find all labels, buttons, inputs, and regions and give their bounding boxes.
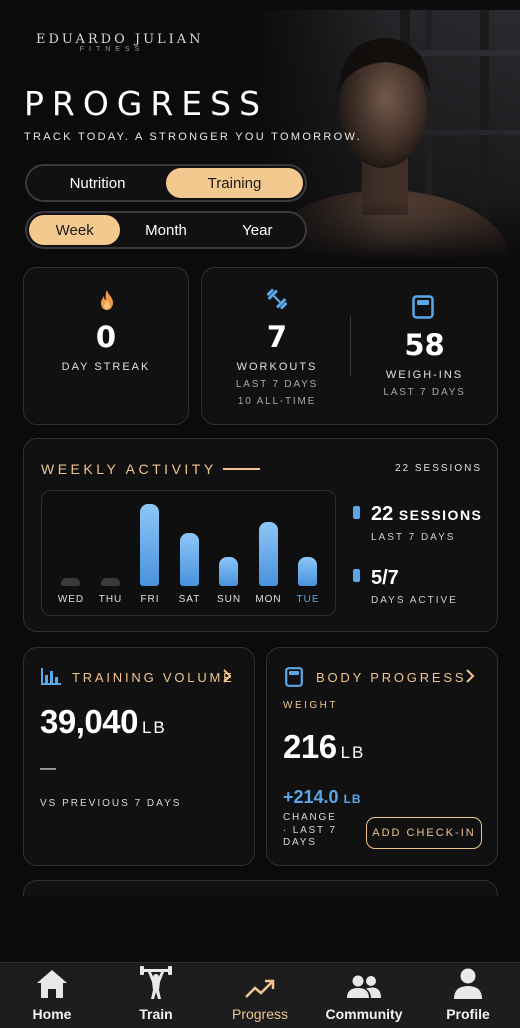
sessions-legend: 22 SESSIONS: [371, 503, 482, 526]
chart-bar-wed: [61, 578, 80, 586]
weight-change-caption: CHANGE · LAST 7 DAYS: [283, 812, 337, 850]
chart-day-label-sat: SAT: [178, 594, 201, 605]
training-volume-title: TRAINING VOLUME: [72, 670, 235, 685]
sessions-unit: SESSIONS: [398, 507, 483, 523]
page-subtitle: TRACK TODAY. A STRONGER YOU TOMORROW.: [24, 131, 362, 143]
weighins-sub: LAST 7 DAYS: [383, 387, 466, 398]
weightlifter-icon: [140, 966, 172, 999]
weight-change-unit: LB: [343, 792, 362, 806]
range-toggle: Week Month Year: [25, 211, 307, 249]
scroll-fade: [0, 896, 520, 962]
nav-profile[interactable]: Profile: [416, 963, 520, 1028]
weekly-activity-chart: WED THU FRI SAT SUN MON TUE: [41, 490, 336, 616]
change-caption-line1: CHANGE: [283, 812, 337, 823]
logo-text: EDUARDO JULIAN: [36, 32, 204, 47]
scale-icon: [285, 667, 303, 687]
nav-home-label: Home: [32, 1006, 72, 1022]
change-caption-line3: DAYS: [283, 837, 317, 848]
flame-icon: [101, 290, 113, 310]
training-volume-compare: VS PREVIOUS 7 DAYS: [40, 798, 182, 809]
chevron-right-icon[interactable]: [465, 668, 475, 684]
body-weight-value-row: 216 LB: [283, 728, 365, 766]
title-rule: [223, 468, 260, 470]
weight-change-value: +214.0: [283, 787, 339, 807]
chart-bar-thu: [100, 578, 120, 586]
people-icon: [347, 975, 381, 998]
logo-subtext: FITNESS: [79, 46, 145, 53]
sessions-value: 22: [371, 503, 394, 525]
training-volume-unit: LB: [141, 718, 167, 737]
active-legend-marker: [353, 569, 360, 582]
weighins-value: 58: [404, 328, 445, 362]
nav-community-label: Community: [325, 1006, 403, 1022]
weighins-stat: 58 WEIGH-INS LAST 7 DAYS: [350, 268, 499, 426]
nav-progress-label: Progress: [231, 1006, 289, 1022]
chevron-right-icon[interactable]: [222, 668, 232, 684]
chart-day-label-tue: TUE: [296, 594, 320, 605]
nav-profile-label: Profile: [446, 1006, 490, 1022]
page-title: PROGRESS: [24, 84, 269, 123]
chart-bar-fri: [140, 504, 159, 586]
active-days-value: 5/7: [371, 567, 399, 589]
chart-day-label-fri: FRI: [140, 594, 160, 605]
chart-bar-mon: [258, 522, 278, 586]
tab-month[interactable]: Month: [120, 215, 211, 245]
streak-card: 0 DAY STREAK: [23, 267, 189, 425]
tab-training[interactable]: Training: [166, 168, 303, 198]
change-caption-line2: · LAST 7: [283, 824, 337, 836]
training-volume-value-row: 39,040 LB: [40, 703, 167, 741]
streak-value: 0: [95, 320, 117, 354]
add-check-in-button[interactable]: ADD CHECK-IN: [366, 817, 482, 849]
tab-nutrition[interactable]: Nutrition: [29, 168, 166, 198]
weekly-activity-card: WEEKLY ACTIVITY 22 SESSIONS WED THU FRI SAT…: [23, 438, 498, 632]
chart-bar-tue: [298, 557, 317, 586]
dumbbell-icon: [266, 288, 288, 310]
body-weight-unit: LB: [340, 743, 366, 762]
tab-year[interactable]: Year: [212, 215, 303, 245]
body-weight-value: 216: [283, 728, 337, 765]
sessions-sub: LAST 7 DAYS: [371, 532, 456, 543]
workouts-label: WORKOUTS: [236, 361, 318, 373]
training-volume-card[interactable]: TRAINING VOLUME 39,040 LB — VS PREVIOUS 7…: [23, 647, 255, 866]
bar-chart-icon: [41, 668, 61, 685]
tab-week[interactable]: Week: [29, 215, 121, 245]
active-days-sub: DAYS ACTIVE: [371, 595, 458, 606]
sessions-legend-marker: [353, 506, 360, 519]
weekly-sessions-summary: 22 SESSIONS: [394, 463, 482, 474]
workouts-value: 7: [266, 320, 288, 354]
training-volume-value: 39,040: [40, 703, 138, 740]
mode-toggle: Nutrition Training: [25, 164, 307, 202]
chart-day-label-sun: SUN: [216, 594, 242, 605]
brand-logo: EDUARDO JULIAN FITNESS: [36, 32, 204, 53]
nav-train-label: Train: [139, 1006, 173, 1022]
chart-bar-sat: [179, 533, 199, 586]
nav-community[interactable]: Community: [312, 963, 416, 1028]
weighins-label: WEIGH-INS: [385, 369, 464, 381]
bottom-nav: Home Train Progress Community Profile: [0, 962, 520, 1028]
chart-day-label-thu: THU: [98, 594, 123, 605]
activity-stats-card: 7 WORKOUTS LAST 7 DAYS 10 ALL-TIME 58 WE…: [201, 267, 498, 425]
workouts-sub-week: LAST 7 DAYS: [235, 379, 319, 390]
home-icon: [37, 970, 67, 998]
weight-change-row: +214.0 LB: [283, 787, 362, 808]
scale-icon: [412, 295, 434, 319]
training-volume-change: —: [40, 760, 56, 777]
trend-up-icon: [245, 979, 275, 998]
chart-day-label-wed: WED: [57, 594, 85, 605]
body-metric-label: WEIGHT: [283, 700, 338, 711]
workouts-stat: 7 WORKOUTS LAST 7 DAYS 10 ALL-TIME: [202, 268, 352, 426]
chart-day-label-mon: MON: [255, 594, 282, 605]
body-progress-card[interactable]: BODY PROGRESS WEIGHT 216 LB +214.0 LB CHA…: [266, 647, 498, 866]
weekly-activity-title: WEEKLY ACTIVITY: [41, 461, 217, 477]
workouts-sub-alltime: 10 ALL-TIME: [237, 396, 317, 407]
body-progress-title: BODY PROGRESS: [316, 670, 467, 685]
nav-progress[interactable]: Progress: [208, 963, 312, 1028]
chart-bar-sun: [219, 557, 238, 586]
nav-home[interactable]: Home: [0, 963, 104, 1028]
person-icon: [454, 968, 482, 999]
streak-label: DAY STREAK: [61, 361, 151, 373]
nav-train[interactable]: Train: [104, 963, 208, 1028]
